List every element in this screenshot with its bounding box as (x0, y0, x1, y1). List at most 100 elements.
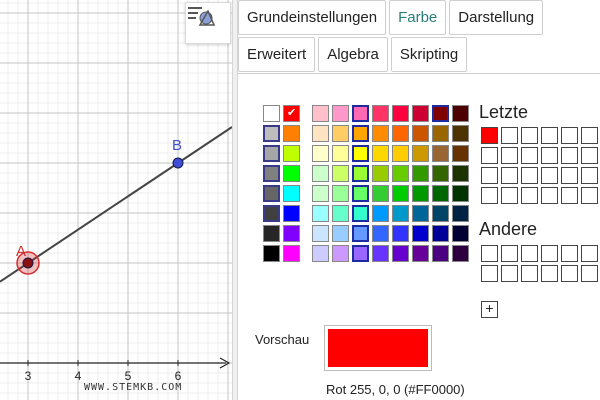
color-swatch[interactable] (263, 145, 280, 162)
tab-color[interactable]: Farbe (389, 0, 447, 35)
recent-empty-slot[interactable] (561, 127, 578, 144)
recent-empty-slot[interactable] (501, 187, 518, 204)
color-swatch[interactable] (352, 205, 369, 222)
recent-empty-slot[interactable] (541, 167, 558, 184)
point-b[interactable] (172, 157, 184, 169)
recent-empty-slot[interactable] (501, 127, 518, 144)
color-swatch[interactable] (452, 165, 469, 182)
color-swatch[interactable] (312, 205, 329, 222)
color-swatch[interactable] (312, 125, 329, 142)
custom-empty-slot[interactable] (581, 265, 598, 282)
style-bar-toggle-button[interactable] (185, 2, 231, 44)
color-swatch[interactable] (452, 245, 469, 262)
color-swatch[interactable] (372, 185, 389, 202)
recent-empty-slot[interactable] (561, 187, 578, 204)
custom-empty-slot[interactable] (501, 245, 518, 262)
recent-empty-slot[interactable] (581, 187, 598, 204)
recent-empty-slot[interactable] (521, 127, 538, 144)
recent-empty-slot[interactable] (541, 147, 558, 164)
color-swatch[interactable] (432, 165, 449, 182)
color-swatch[interactable] (263, 205, 280, 222)
recent-empty-slot[interactable] (541, 127, 558, 144)
graphics-canvas[interactable]: 3 4 5 6 A B (0, 0, 232, 400)
custom-empty-slot[interactable] (561, 245, 578, 262)
color-swatch[interactable] (392, 205, 409, 222)
color-swatch[interactable] (392, 245, 409, 262)
color-swatch[interactable] (412, 145, 429, 162)
color-swatch[interactable] (412, 205, 429, 222)
color-swatch[interactable] (432, 125, 449, 142)
tab-basic[interactable]: Grundeinstellungen (238, 0, 387, 35)
color-swatch[interactable] (412, 105, 429, 122)
color-swatch[interactable] (392, 165, 409, 182)
color-swatch[interactable] (263, 225, 280, 242)
color-swatch[interactable] (432, 185, 449, 202)
color-swatch[interactable] (392, 225, 409, 242)
recent-empty-slot[interactable] (581, 167, 598, 184)
color-swatch[interactable] (392, 105, 409, 122)
color-swatch[interactable] (312, 245, 329, 262)
custom-empty-slot[interactable] (481, 265, 498, 282)
color-swatch[interactable] (283, 245, 300, 262)
color-swatch[interactable] (312, 165, 329, 182)
color-swatch[interactable] (452, 105, 469, 122)
color-swatch[interactable] (332, 105, 349, 122)
color-swatch[interactable] (263, 185, 280, 202)
color-swatch[interactable] (263, 165, 280, 182)
color-swatch[interactable] (332, 125, 349, 142)
recent-empty-slot[interactable] (581, 147, 598, 164)
color-swatch[interactable]: ✔ (283, 105, 300, 122)
tab-style[interactable]: Darstellung (449, 0, 544, 35)
recent-empty-slot[interactable] (481, 147, 498, 164)
color-swatch[interactable] (263, 245, 280, 262)
color-swatch[interactable] (372, 105, 389, 122)
tab-scripting[interactable]: Skripting (390, 37, 468, 72)
recent-empty-slot[interactable] (561, 167, 578, 184)
color-swatch[interactable] (312, 145, 329, 162)
color-swatch[interactable] (332, 145, 349, 162)
color-swatch[interactable] (283, 205, 300, 222)
color-swatch[interactable] (412, 245, 429, 262)
color-swatch[interactable] (372, 205, 389, 222)
color-swatch[interactable] (452, 225, 469, 242)
color-swatch[interactable] (452, 185, 469, 202)
tab-algebra[interactable]: Algebra (318, 37, 388, 72)
recent-color-swatch[interactable] (481, 127, 498, 144)
color-swatch[interactable] (432, 225, 449, 242)
color-swatch[interactable] (452, 145, 469, 162)
color-swatch[interactable] (372, 225, 389, 242)
recent-empty-slot[interactable] (501, 167, 518, 184)
custom-empty-slot[interactable] (521, 245, 538, 262)
custom-empty-slot[interactable] (501, 265, 518, 282)
color-swatch[interactable] (432, 145, 449, 162)
recent-empty-slot[interactable] (481, 167, 498, 184)
color-swatch[interactable] (432, 245, 449, 262)
color-swatch[interactable] (283, 225, 300, 242)
color-swatch[interactable] (352, 165, 369, 182)
color-swatch[interactable] (312, 105, 329, 122)
recent-empty-slot[interactable] (521, 167, 538, 184)
recent-empty-slot[interactable] (541, 187, 558, 204)
color-swatch[interactable] (352, 105, 369, 122)
color-swatch[interactable] (283, 145, 300, 162)
custom-empty-slot[interactable] (541, 265, 558, 282)
custom-empty-slot[interactable] (561, 265, 578, 282)
add-custom-color-button[interactable]: + (481, 301, 498, 318)
recent-empty-slot[interactable] (501, 147, 518, 164)
color-swatch[interactable] (372, 245, 389, 262)
color-swatch[interactable] (312, 225, 329, 242)
color-swatch[interactable] (392, 125, 409, 142)
color-swatch[interactable] (352, 145, 369, 162)
color-swatch[interactable] (283, 125, 300, 142)
recent-empty-slot[interactable] (561, 147, 578, 164)
color-swatch[interactable] (412, 125, 429, 142)
recent-empty-slot[interactable] (521, 147, 538, 164)
color-swatch[interactable] (332, 185, 349, 202)
color-swatch[interactable] (263, 125, 280, 142)
color-swatch[interactable] (332, 165, 349, 182)
color-swatch[interactable] (332, 205, 349, 222)
color-swatch[interactable] (412, 185, 429, 202)
color-swatch[interactable] (432, 105, 449, 122)
color-swatch[interactable] (392, 145, 409, 162)
recent-empty-slot[interactable] (521, 187, 538, 204)
